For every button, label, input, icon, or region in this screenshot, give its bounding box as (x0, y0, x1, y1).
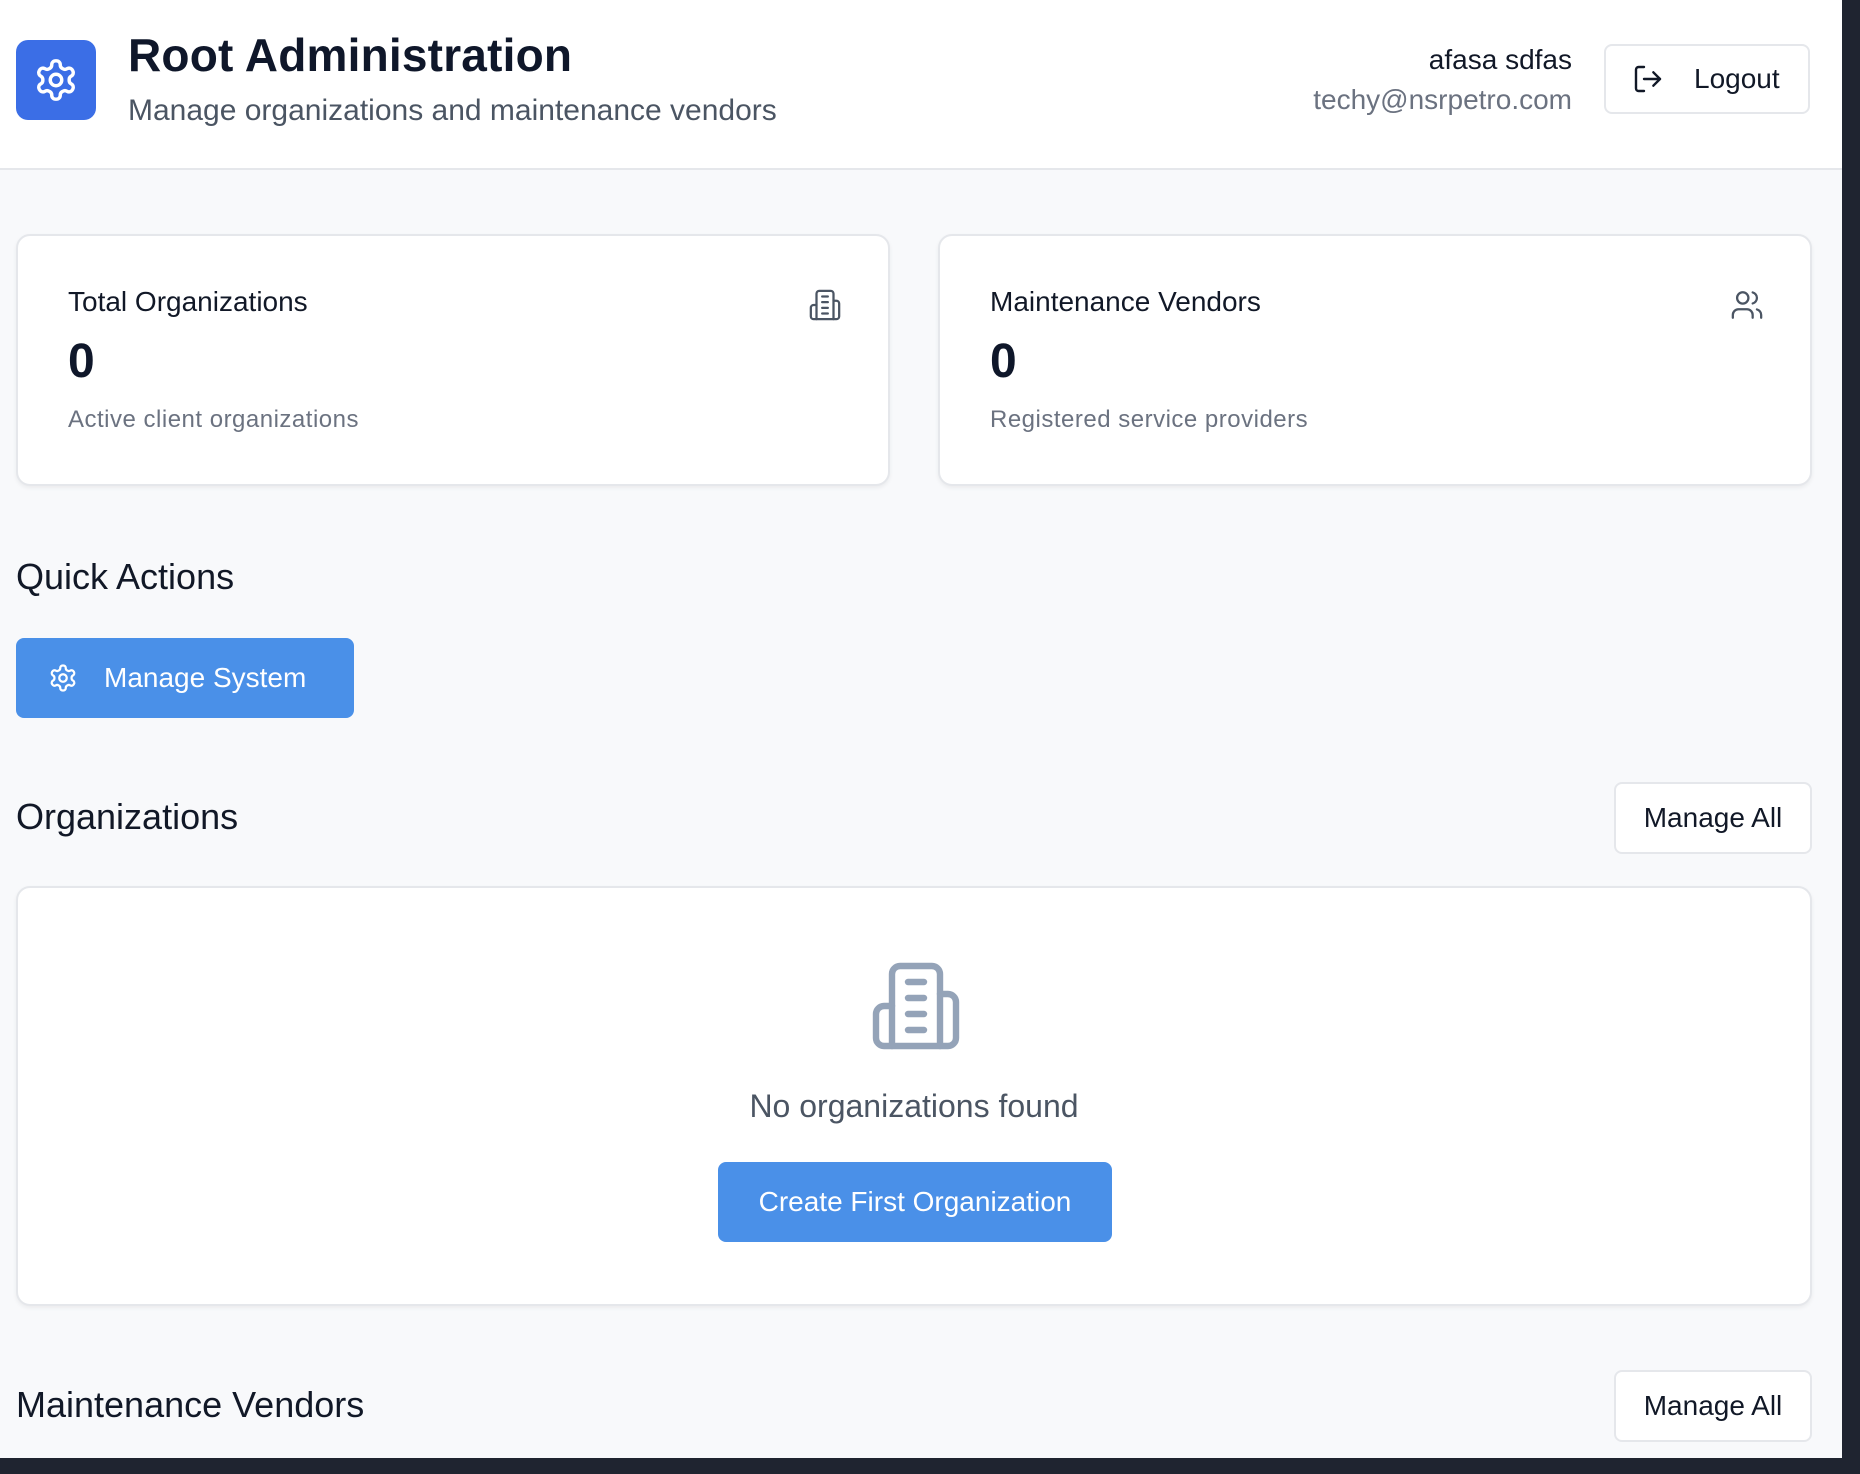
vendors-manage-all-button[interactable]: Manage All (1614, 1370, 1812, 1442)
logout-label: Logout (1694, 63, 1780, 94)
stat-description: Registered service providers (990, 406, 1309, 433)
gear-icon (50, 664, 76, 692)
quick-actions-title: Quick Actions (16, 556, 235, 597)
stat-value: 0 (990, 335, 1017, 388)
user-name: afasa sdfas (1428, 44, 1572, 75)
empty-state-message: No organizations found (749, 1088, 1079, 1124)
stat-value: 0 (68, 335, 95, 388)
create-first-organization-button[interactable]: Create First Organization (718, 1162, 1112, 1242)
user-email: techy@nsrpetro.com (1313, 84, 1572, 115)
organizations-title: Organizations (16, 796, 239, 837)
page-subtitle: Manage organizations and maintenance ven… (128, 94, 777, 127)
logout-button[interactable]: Logout (1604, 44, 1810, 114)
logout-icon (1634, 65, 1662, 93)
maintenance-vendors-title: Maintenance Vendors (16, 1384, 365, 1425)
window-bottom-edge (0, 1458, 1860, 1474)
app-logo (16, 40, 96, 120)
page-title: Root Administration (128, 29, 573, 81)
total-organizations-card: Total Organizations 0 Active client orga… (16, 234, 890, 486)
manage-system-label: Manage System (104, 662, 307, 693)
maintenance-vendors-card: Maintenance Vendors 0 Registered service… (938, 234, 1812, 486)
stat-title: Total Organizations (68, 286, 308, 317)
users-icon (1731, 291, 1763, 319)
manage-system-button[interactable]: Manage System (16, 638, 354, 718)
stat-description: Active client organizations (68, 406, 359, 433)
organizations-manage-all-button[interactable]: Manage All (1614, 782, 1812, 854)
gear-icon (37, 59, 75, 101)
building-icon (809, 289, 841, 321)
stat-title: Maintenance Vendors (990, 286, 1261, 317)
organizations-empty-state: No organizations found Create First Orga… (16, 886, 1812, 1306)
app-window: Root Administration Manage organizations… (0, 0, 1842, 1458)
page-header: Root Administration Manage organizations… (0, 0, 1842, 170)
building-icon (872, 962, 960, 1050)
